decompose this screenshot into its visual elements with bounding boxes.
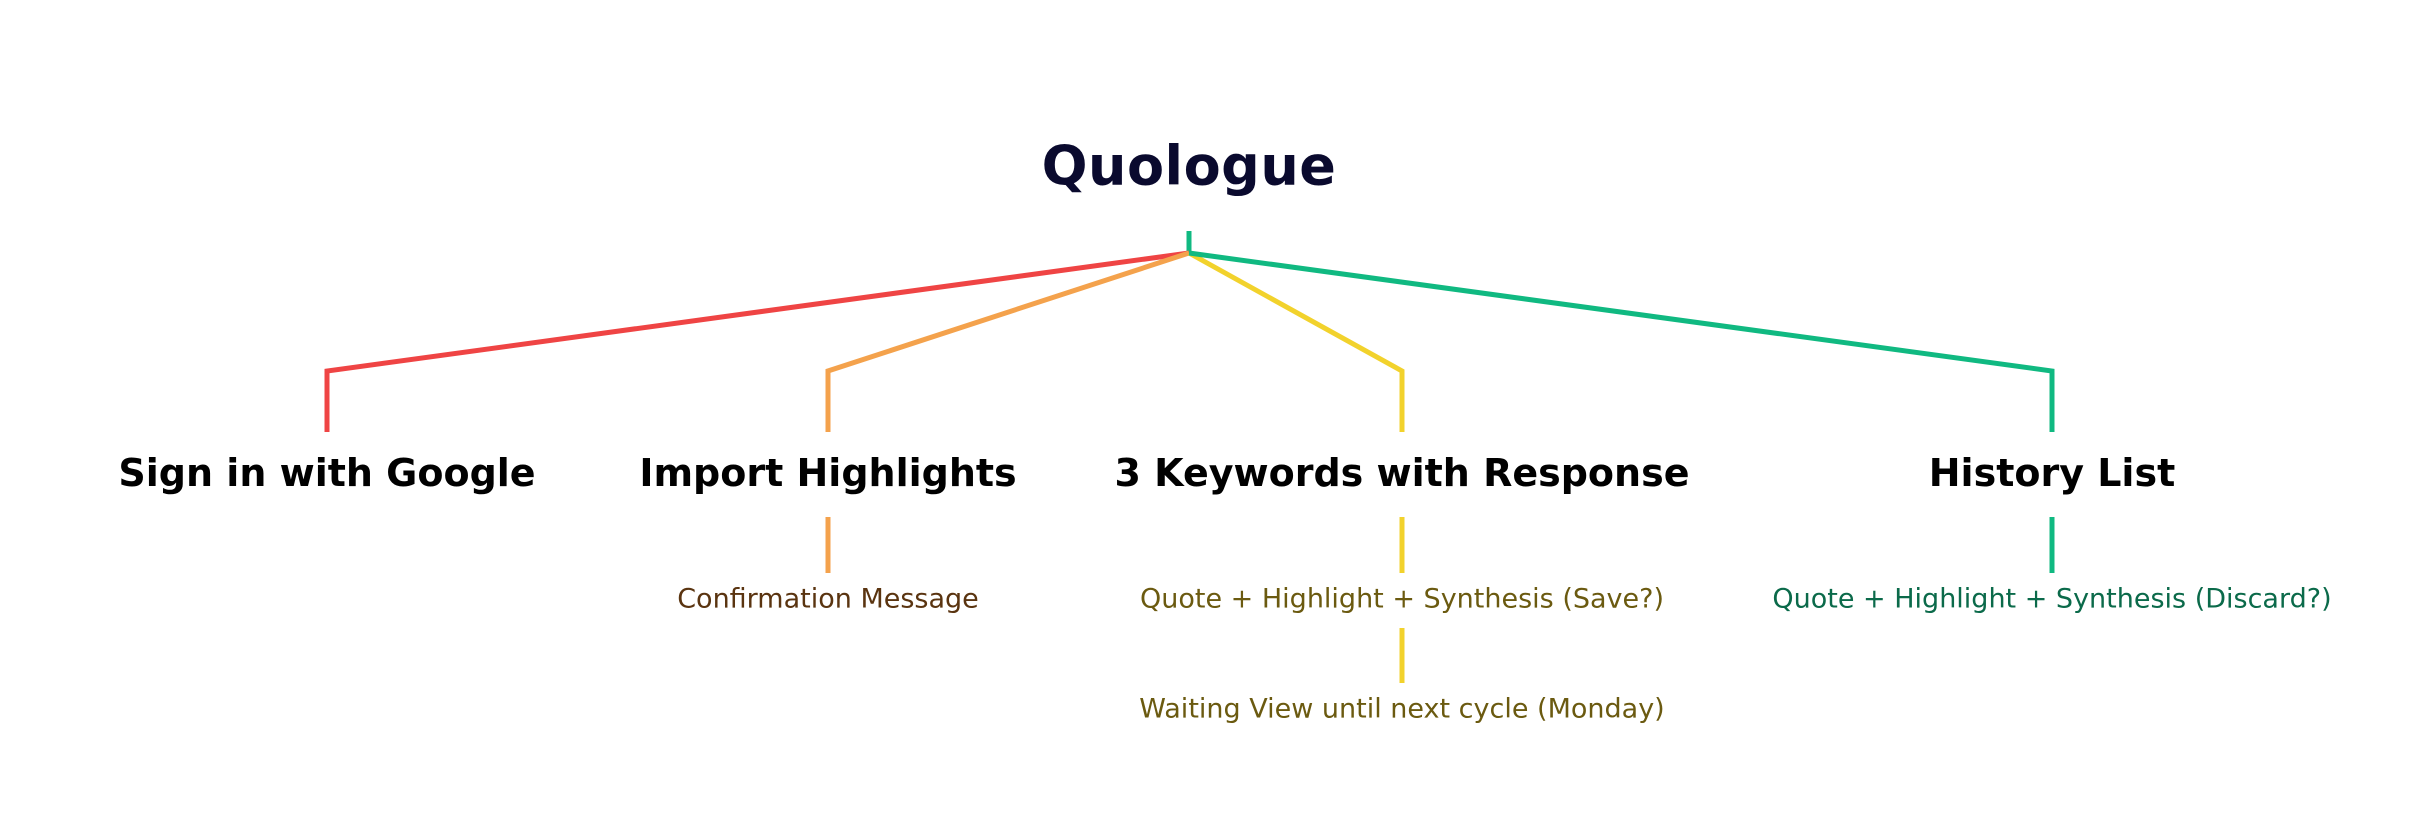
leaf-node-keywords-1: Waiting View until next cycle (Monday)	[1139, 693, 1665, 725]
leaf-node-import-0: Confirmation Message	[677, 583, 979, 615]
root-node-title: Quologue	[1041, 134, 1337, 198]
connector-line-history	[1188, 250, 2055, 432]
branch-node-import: Import Highlights	[639, 451, 1017, 495]
branch-node-sign-in: Sign in with Google	[118, 451, 536, 495]
leaf-node-keywords-0: Quote + Highlight + Synthesis (Save?)	[1140, 583, 1664, 615]
branch-node-history: History List	[1928, 451, 2176, 495]
connector-line-sign-in	[324, 250, 1190, 432]
branch-node-keywords: 3 Keywords with Response	[1114, 451, 1690, 495]
leaf-node-history-0: Quote + Highlight + Synthesis (Discard?)	[1772, 583, 2332, 615]
